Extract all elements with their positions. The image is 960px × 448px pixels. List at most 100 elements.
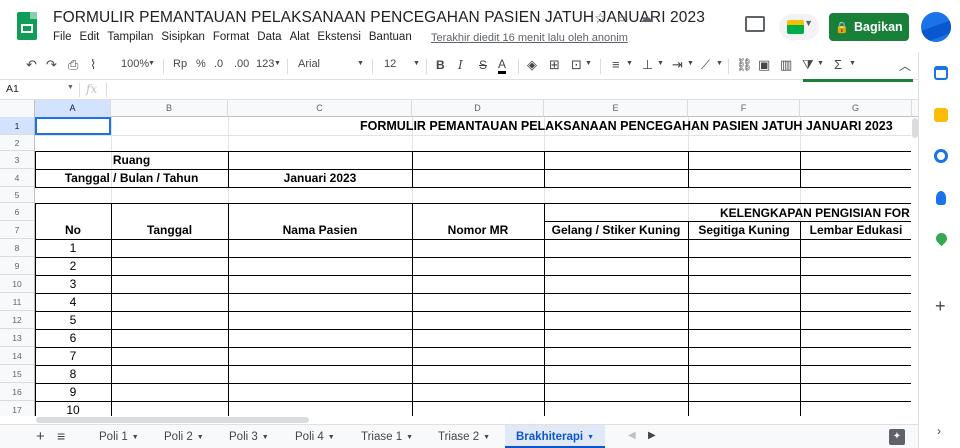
undo-icon[interactable]: ↶ — [26, 57, 37, 73]
menu-help[interactable]: Bantuan — [369, 31, 412, 43]
row-header[interactable]: 5 — [0, 187, 34, 203]
comment-history-icon[interactable] — [745, 16, 765, 32]
text-rotation-icon[interactable]: ⟋ — [701, 57, 710, 73]
text-wrapping-icon[interactable]: ⇥ — [672, 57, 683, 73]
column-header-b[interactable]: B — [111, 100, 228, 117]
percent-format-button[interactable]: % — [196, 58, 206, 70]
currency-format-button[interactable]: Rp — [173, 58, 187, 70]
collapse-menus-icon[interactable]: ︿ — [899, 57, 911, 74]
menu-file[interactable]: File — [53, 31, 72, 43]
sheet-tab[interactable]: Poli 4 ▼ — [284, 425, 346, 448]
row-header[interactable]: 7 — [0, 221, 34, 239]
increase-decimal-button[interactable]: .00 — [234, 58, 249, 70]
row-header[interactable]: 15 — [0, 365, 34, 383]
name-box[interactable]: A1 — [6, 83, 19, 95]
chevron-down-icon[interactable]: ▼ — [67, 84, 74, 91]
row-header[interactable]: 11 — [0, 293, 34, 311]
row-header[interactable]: 12 — [0, 311, 34, 329]
row-header[interactable]: 4 — [0, 169, 34, 187]
row-header[interactable]: 14 — [0, 347, 34, 365]
row-header[interactable]: 13 — [0, 329, 34, 347]
menu-format[interactable]: Format — [213, 31, 249, 43]
row-header[interactable]: 9 — [0, 257, 34, 275]
spreadsheet-grid[interactable]: A B C D E F G 1 2 3 4 5 6 7 8 9 10 11 12… — [0, 100, 918, 416]
maps-icon[interactable] — [933, 230, 950, 247]
redo-icon[interactable]: ↷ — [46, 57, 57, 73]
row-header[interactable]: 2 — [0, 135, 34, 151]
row-header[interactable]: 17 — [0, 401, 34, 416]
sheet-tab-active[interactable]: Brakhiterapi ▼ — [505, 425, 606, 448]
row-header[interactable]: 16 — [0, 383, 34, 401]
vertical-align-icon[interactable]: ⊥ — [642, 57, 653, 73]
horizontal-scroll-thumb[interactable] — [36, 417, 309, 423]
contacts-icon[interactable] — [936, 191, 946, 205]
last-edit-link[interactable]: Terakhir diedit 16 menit lalu oleh anoni… — [431, 32, 628, 44]
calendar-icon[interactable] — [934, 66, 948, 80]
scroll-tabs-left-icon[interactable]: ◀ — [628, 430, 636, 441]
fill-color-icon[interactable]: ◈ — [527, 57, 537, 73]
move-folder-icon[interactable]: ▭ — [617, 11, 628, 25]
sheets-logo-icon[interactable] — [17, 12, 37, 40]
font-family-select[interactable]: Arial — [298, 58, 320, 70]
menu-insert[interactable]: Sisipkan — [161, 31, 204, 43]
star-icon[interactable]: ☆ — [594, 10, 607, 27]
scroll-tabs-right-icon[interactable]: ▶ — [648, 430, 656, 441]
sheet-tab[interactable]: Poli 1 ▼ — [88, 425, 150, 448]
select-all-corner[interactable] — [0, 100, 35, 117]
add-addon-icon[interactable]: + — [935, 296, 946, 317]
print-icon[interactable]: ⎙ — [68, 57, 78, 73]
menu-extensions[interactable]: Ekstensi — [317, 31, 360, 43]
row-header[interactable]: 10 — [0, 275, 34, 293]
strikethrough-button[interactable]: S — [479, 58, 487, 72]
filter-icon[interactable]: ⧩ — [802, 57, 814, 73]
italic-button[interactable]: I — [458, 58, 463, 72]
merge-cells-icon[interactable]: ⊡ — [571, 57, 582, 73]
font-size-select[interactable]: 12 — [384, 58, 396, 70]
row-header[interactable]: 3 — [0, 151, 34, 169]
menu-data[interactable]: Data — [257, 31, 281, 43]
explore-icon[interactable]: ✦ — [889, 429, 905, 445]
meet-button[interactable]: ▼ — [779, 14, 819, 40]
insert-chart-icon[interactable]: ▥ — [780, 57, 792, 73]
paint-format-icon[interactable]: ⌇ — [90, 57, 96, 73]
chevron-right-icon[interactable]: › — [937, 424, 941, 438]
column-header-f[interactable]: F — [688, 100, 800, 117]
horizontal-align-icon[interactable]: ≡ — [612, 57, 620, 72]
functions-icon[interactable]: Σ — [834, 57, 842, 72]
sheet-tab-label: Poli 2 — [164, 431, 193, 443]
menu-view[interactable]: Tampilan — [107, 31, 153, 43]
cloud-status-icon[interactable]: ☁ — [640, 10, 653, 26]
menu-edit[interactable]: Edit — [80, 31, 100, 43]
column-header-d[interactable]: D — [412, 100, 544, 117]
column-header-e[interactable]: E — [544, 100, 688, 117]
keep-icon[interactable] — [934, 108, 948, 122]
sheet-tab[interactable]: Triase 2 ▼ — [427, 425, 501, 448]
row-header[interactable]: 8 — [0, 239, 34, 257]
all-sheets-icon[interactable]: ≡ — [57, 428, 65, 444]
column-header-c[interactable]: C — [228, 100, 412, 117]
decrease-decimal-button[interactable]: .0 — [214, 58, 223, 70]
share-button[interactable]: 🔒 Bagikan — [829, 13, 909, 41]
zoom-select[interactable]: 100% — [121, 58, 149, 70]
tasks-icon[interactable] — [934, 149, 948, 163]
row-header[interactable]: 6 — [0, 203, 34, 221]
document-title[interactable]: FORMULIR PEMANTAUAN PELAKSANAAN PENCEGAH… — [53, 9, 705, 27]
sheet-tab[interactable]: Triase 1 ▼ — [350, 425, 424, 448]
column-header-a[interactable]: A — [35, 100, 111, 117]
borders-icon[interactable]: ⊞ — [549, 57, 560, 73]
insert-link-icon[interactable]: ⛓ — [736, 57, 753, 73]
menu-tools[interactable]: Alat — [290, 31, 310, 43]
more-formats-button[interactable]: 123 — [256, 58, 274, 70]
row-number: 5 — [69, 313, 77, 327]
account-avatar[interactable] — [921, 12, 951, 42]
row-header[interactable]: 1 — [0, 117, 34, 135]
selected-cell[interactable] — [35, 117, 111, 135]
insert-comment-icon[interactable]: ▣ — [758, 57, 770, 73]
text-color-button[interactable]: A — [498, 58, 507, 74]
vertical-scrollbar[interactable] — [911, 117, 918, 416]
bold-button[interactable]: B — [436, 58, 445, 72]
column-header-g[interactable]: G — [800, 100, 912, 117]
add-sheet-icon[interactable]: + — [36, 428, 45, 445]
sheet-tab[interactable]: Poli 2 ▼ — [153, 425, 215, 448]
sheet-tab[interactable]: Poli 3 ▼ — [218, 425, 280, 448]
